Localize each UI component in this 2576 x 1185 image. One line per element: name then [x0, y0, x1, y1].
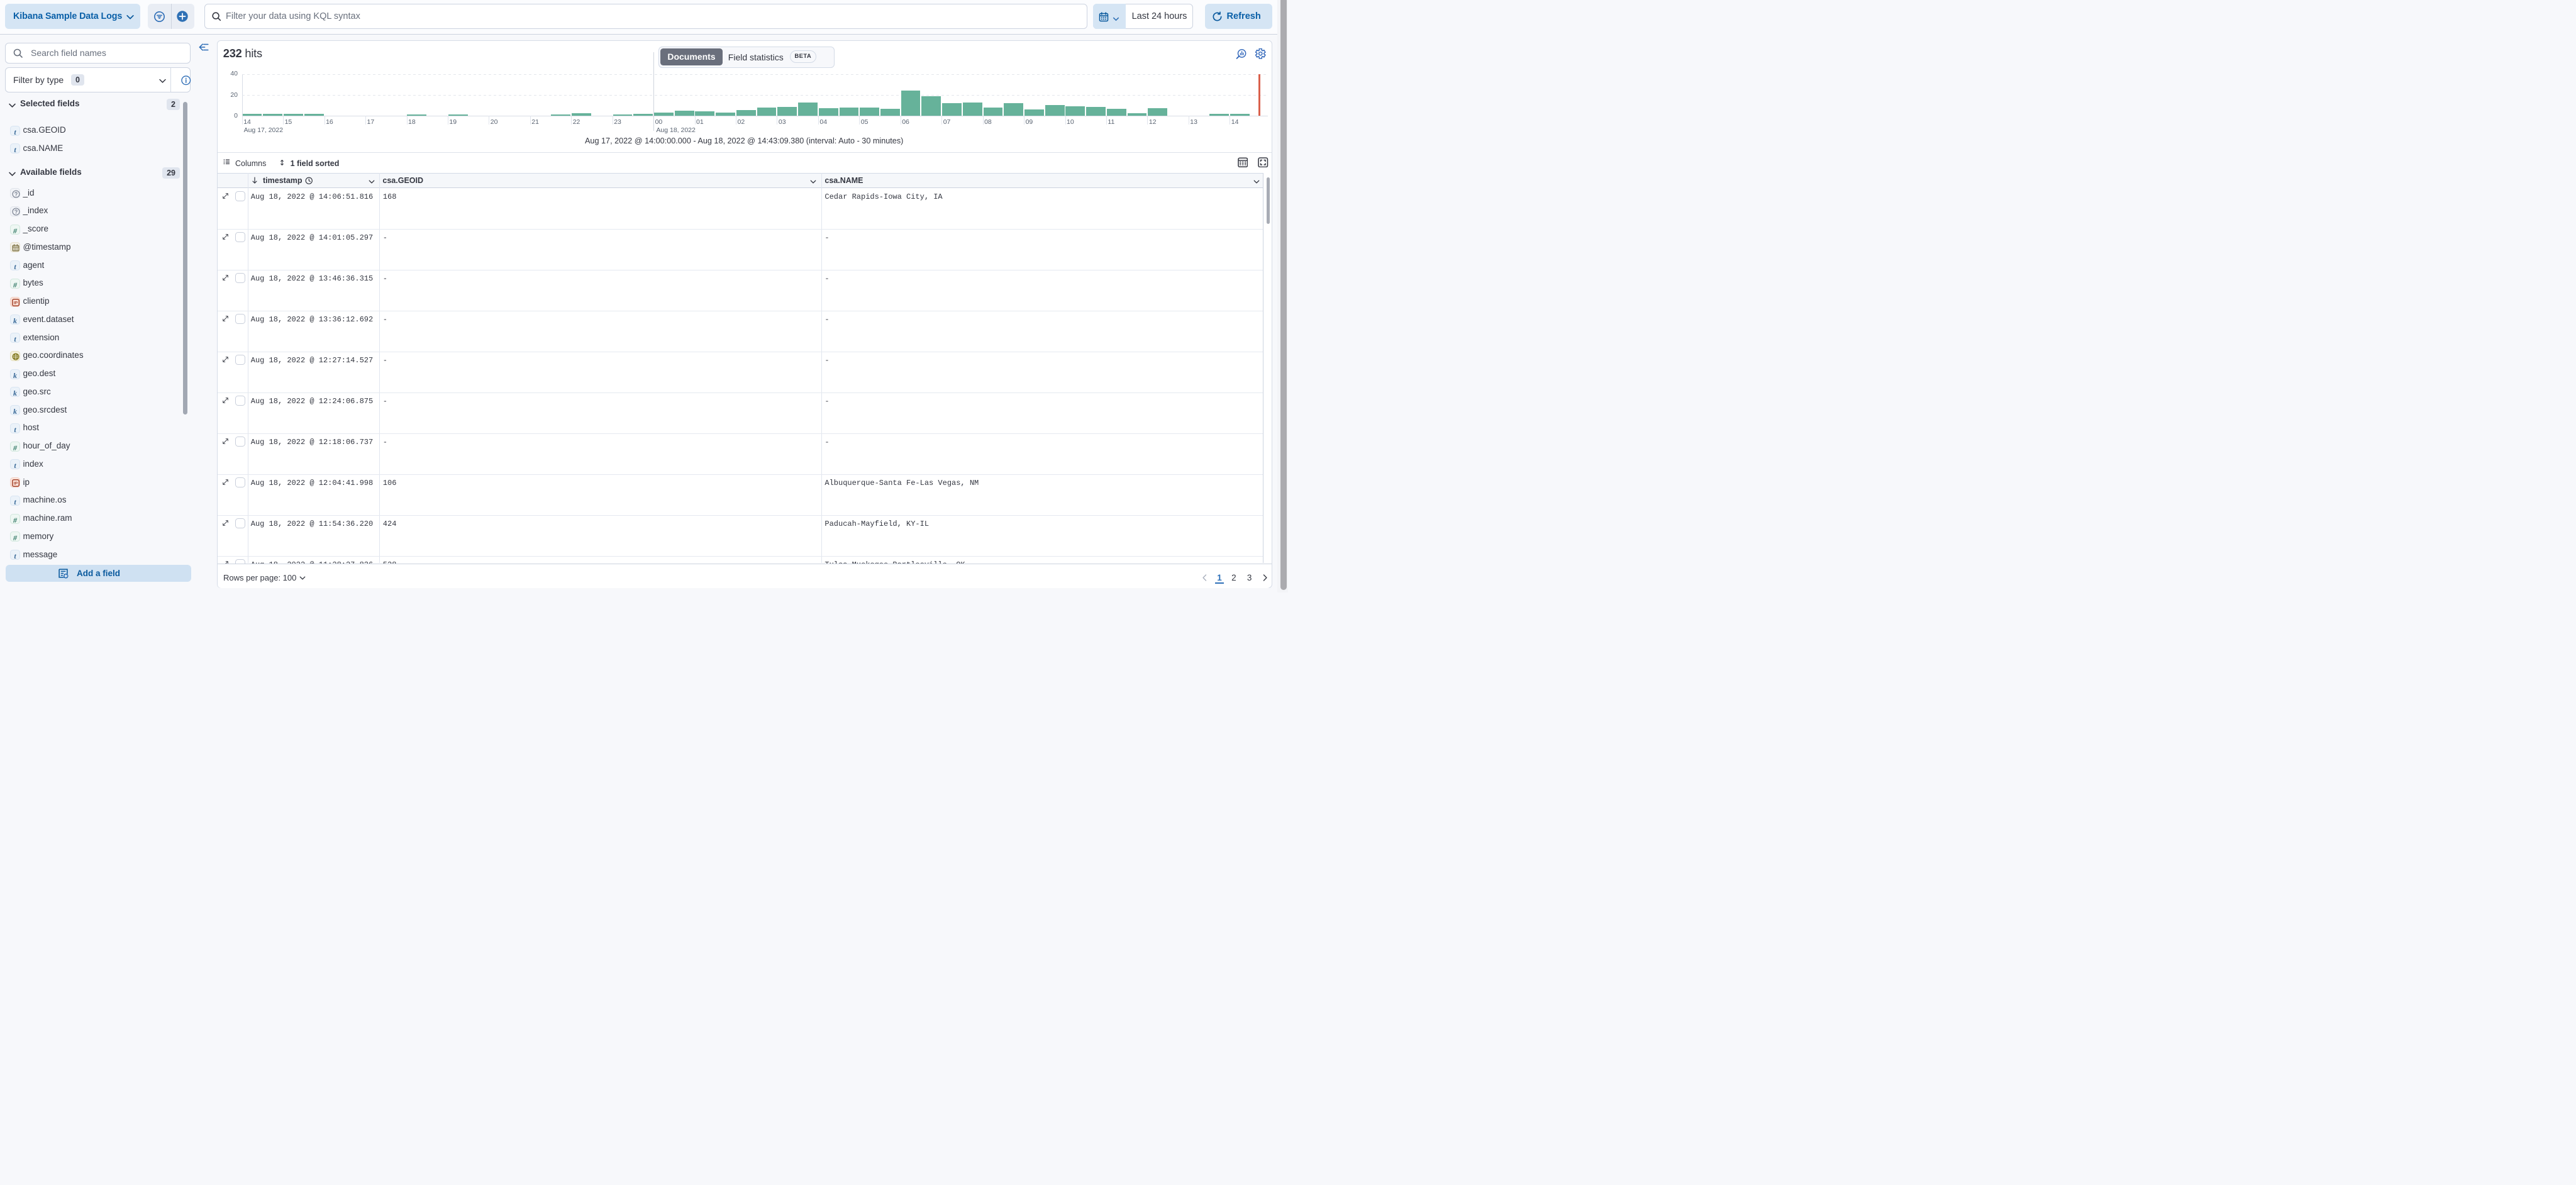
svg-text:IP: IP [14, 482, 18, 486]
svg-text:IP: IP [14, 301, 18, 305]
